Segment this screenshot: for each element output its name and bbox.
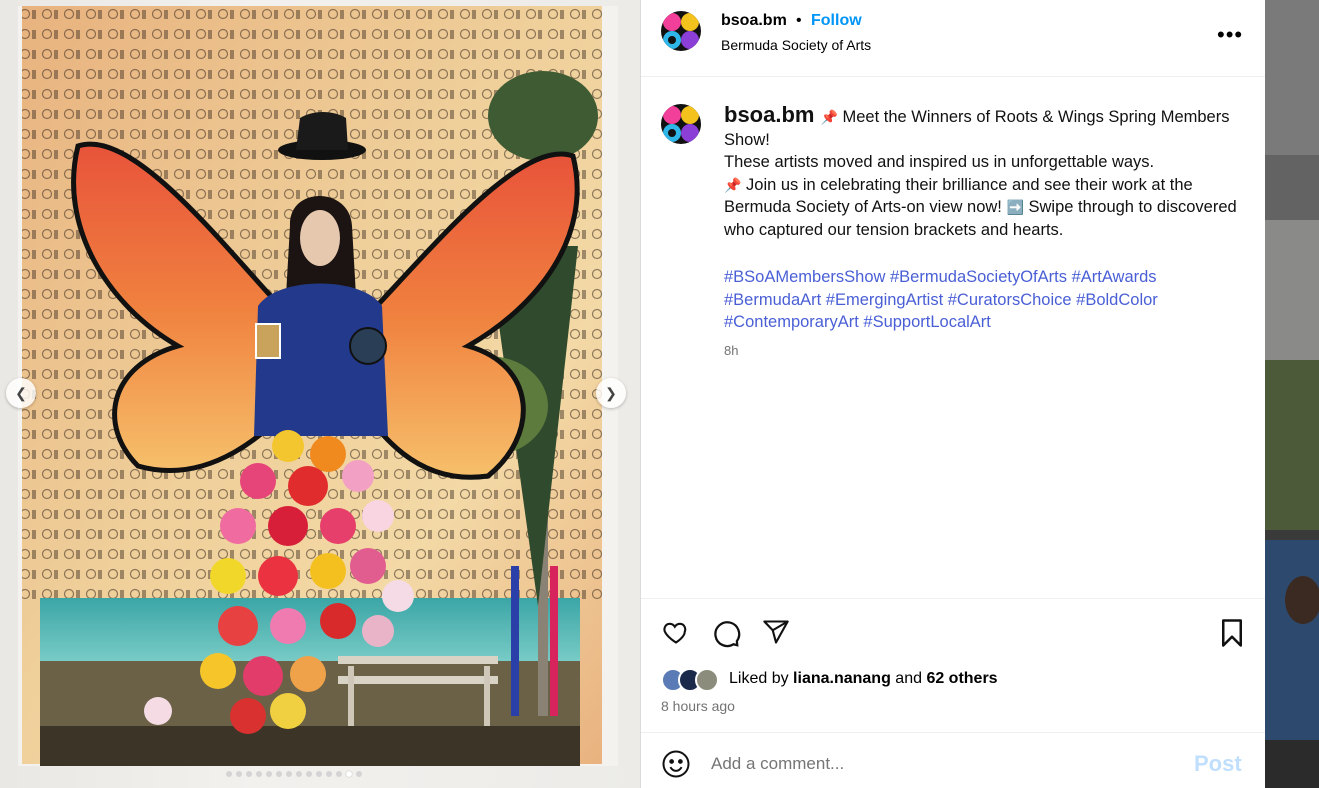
save-button[interactable]: [1219, 618, 1245, 653]
carousel-dot: [276, 771, 282, 777]
heart-icon: [663, 622, 687, 644]
instagram-post-modal: ❮ ❯ bsoa.bm • Follow Bermuda Society of …: [0, 0, 1319, 788]
comment-icon: [714, 621, 741, 648]
share-icon: [763, 620, 789, 644]
liked-by-text: Liked by liana.nanang and 62 others: [729, 670, 998, 688]
post-header: bsoa.bm • Follow Bermuda Society of Arts…: [641, 0, 1266, 77]
post-timestamp[interactable]: 8 hours ago: [661, 698, 735, 714]
media-area: ❮ ❯: [0, 0, 640, 788]
carousel-dot: [316, 771, 322, 777]
carousel-dot: [326, 771, 332, 777]
like-button[interactable]: [661, 618, 691, 651]
caption-avatar[interactable]: [661, 104, 701, 144]
liked-prefix: Liked by: [729, 670, 794, 687]
comment-button[interactable]: [711, 618, 741, 653]
carousel-dot: [356, 771, 362, 777]
more-icon: •••: [1217, 22, 1244, 47]
avatar[interactable]: [661, 11, 701, 51]
caption-timestamp: 8h: [724, 343, 739, 358]
carousel-dot: [296, 771, 302, 777]
comment-input[interactable]: [711, 754, 1161, 774]
carousel-dot: [306, 771, 312, 777]
share-button[interactable]: [761, 618, 791, 651]
post-comment-button[interactable]: Post: [1194, 751, 1242, 777]
carousel-prev-button[interactable]: ❮: [6, 378, 36, 408]
pin-emoji: 📌: [820, 109, 838, 125]
background-page-peek: [1265, 0, 1319, 788]
carousel-next-button[interactable]: ❯: [596, 378, 626, 408]
carousel-dot: [266, 771, 272, 777]
account-subtitle[interactable]: Bermuda Society of Arts: [721, 37, 871, 53]
post-details-panel: bsoa.bm • Follow Bermuda Society of Arts…: [640, 0, 1266, 788]
post-username[interactable]: bsoa.bm: [721, 12, 787, 30]
pin-emoji-2: 📌: [724, 176, 742, 193]
emoji-button[interactable]: [661, 749, 691, 784]
caption-line-2: These artists moved and inspired us in u…: [724, 153, 1155, 171]
comment-bar: Post: [641, 732, 1266, 788]
avatar: [695, 668, 719, 692]
liked-by-avatars[interactable]: [661, 668, 723, 692]
caption-hashtags[interactable]: #BSoAMembersShow #BermudaSocietyOfArts #…: [724, 266, 1244, 334]
post-caption: bsoa.bm 📌 Meet the Winners of Roots & Win…: [724, 102, 1244, 241]
liked-user-link[interactable]: liana.nanang: [793, 670, 891, 687]
carousel-dot: [346, 771, 352, 777]
post-image: [18, 6, 618, 766]
bookmark-icon: [1222, 619, 1242, 647]
more-options-button[interactable]: •••: [1217, 22, 1243, 48]
chevron-right-icon: ❯: [605, 384, 617, 401]
follow-button[interactable]: Follow: [811, 12, 862, 30]
chevron-left-icon: ❮: [15, 384, 27, 401]
carousel-dot: [246, 771, 252, 777]
emoji-icon: [662, 750, 690, 778]
arrow-emoji: ➡️: [1006, 199, 1024, 215]
liked-others-link[interactable]: 62 others: [926, 670, 997, 687]
carousel-dot: [336, 771, 342, 777]
carousel-dot: [256, 771, 262, 777]
liked-mid: and: [890, 670, 927, 687]
separator-dot: •: [796, 12, 802, 29]
carousel-dot: [286, 771, 292, 777]
carousel-indicator: [226, 771, 362, 777]
carousel-dot: [236, 771, 242, 777]
caption-username[interactable]: bsoa.bm: [724, 102, 814, 127]
carousel-dot: [226, 771, 232, 777]
action-bar: Liked by liana.nanang and 62 others 8 ho…: [641, 598, 1266, 732]
